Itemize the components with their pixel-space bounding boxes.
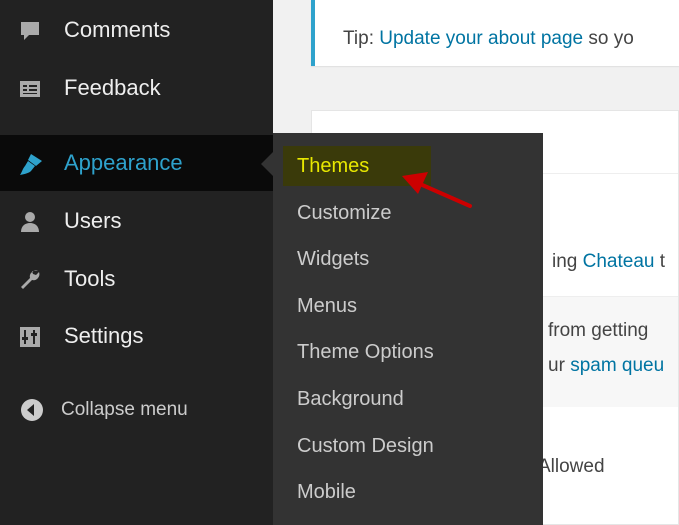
annotation-arrow-icon [402,172,472,208]
